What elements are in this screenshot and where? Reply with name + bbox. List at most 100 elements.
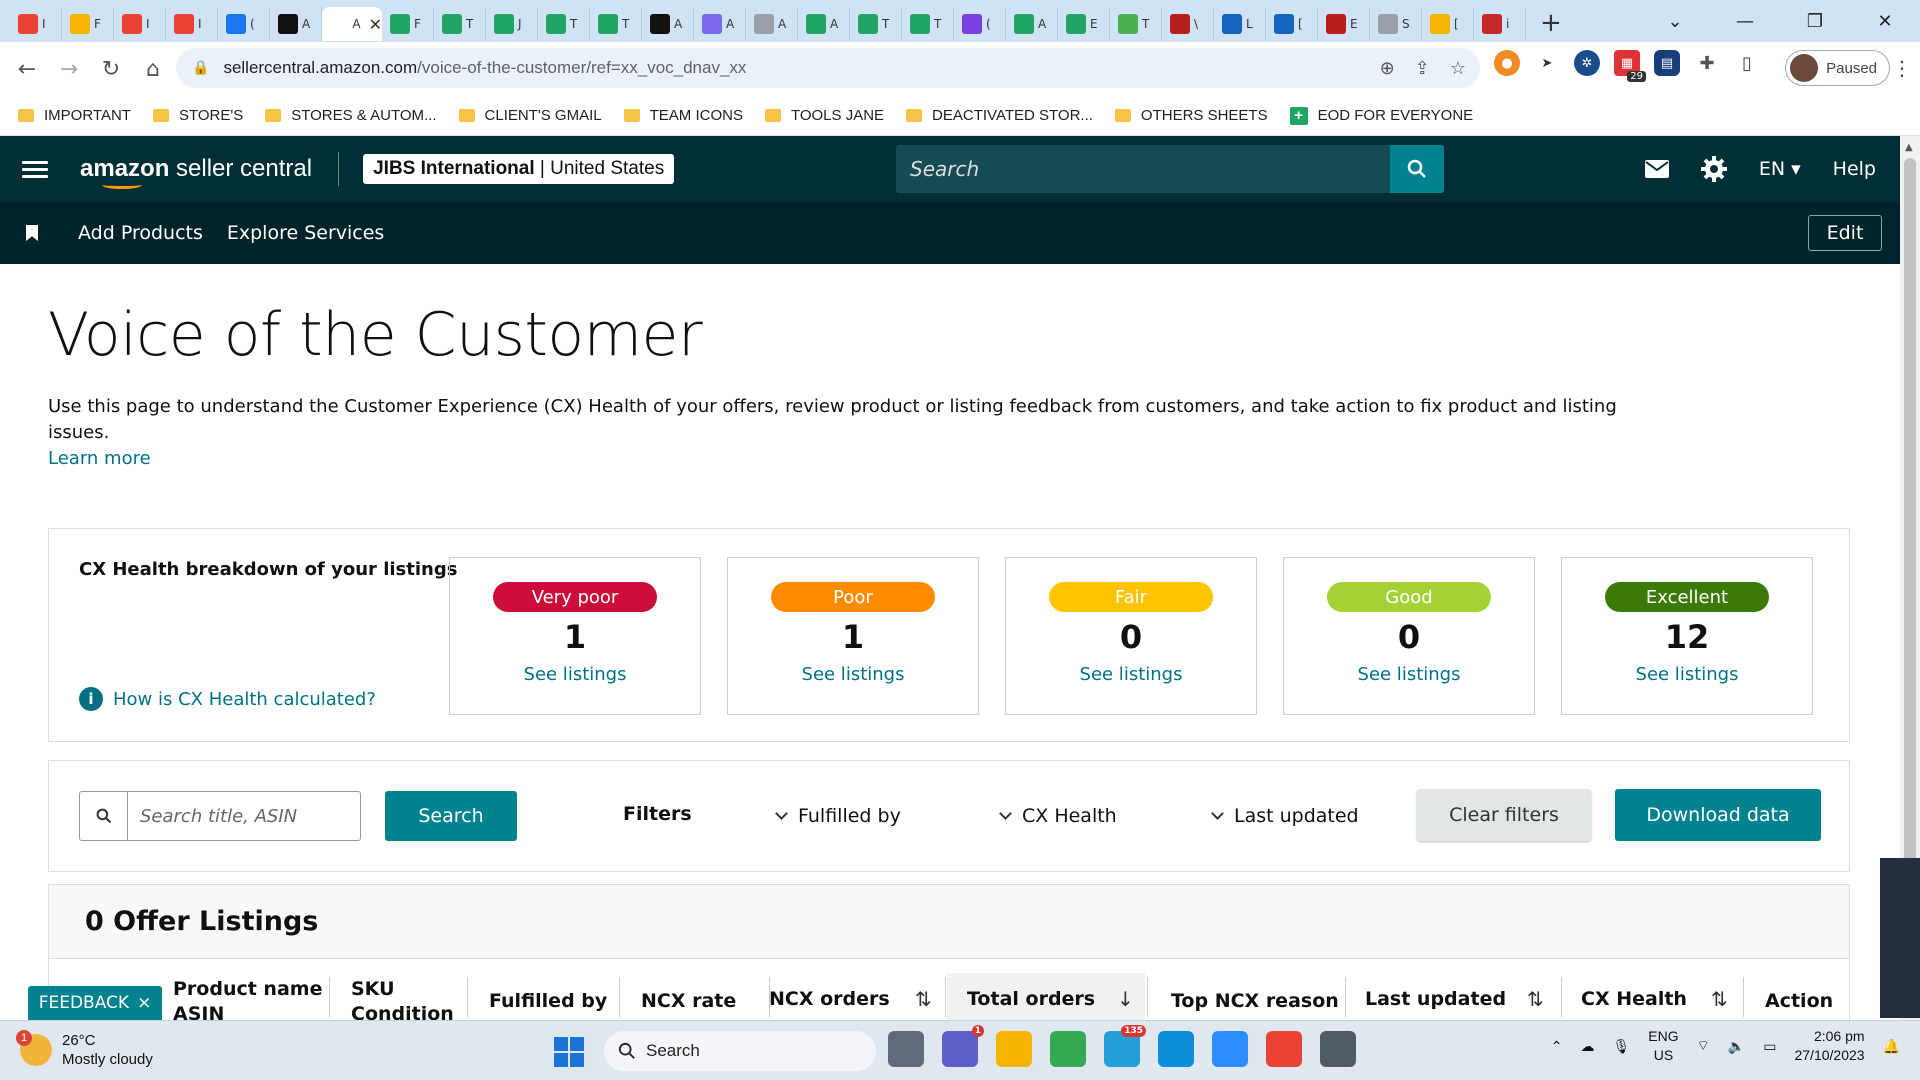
browser-tab[interactable]: T	[590, 7, 642, 41]
see-listings-link[interactable]: See listings	[1562, 664, 1812, 685]
browser-tab[interactable]: A	[1006, 7, 1058, 41]
browser-tab[interactable]: A	[746, 7, 798, 41]
chrome-icon[interactable]	[1050, 1031, 1086, 1067]
browser-tab[interactable]: (	[954, 7, 1006, 41]
browser-tab[interactable]: E	[1318, 7, 1370, 41]
scroll-up-icon[interactable]: ▲	[1905, 142, 1913, 153]
store-selector[interactable]: JIBS International | United States	[363, 154, 675, 184]
task-view-icon[interactable]	[888, 1031, 924, 1067]
nav-explore-services[interactable]: Explore Services	[227, 222, 384, 244]
close-tab-icon[interactable]: ✕	[369, 15, 382, 34]
tab-search-icon[interactable]: ⌄	[1640, 11, 1710, 32]
browser-tab[interactable]: I	[10, 7, 62, 41]
amazon-seller-central-logo[interactable]: amazon seller central	[80, 155, 312, 189]
menu-icon[interactable]	[22, 157, 48, 182]
close-icon[interactable]: ×	[137, 993, 151, 1013]
browser-tab[interactable]: i	[1474, 7, 1526, 41]
back-button[interactable]: ←	[6, 57, 48, 82]
listing-search-input[interactable]: Search title, ASIN	[128, 792, 360, 840]
volume-icon[interactable]: 🔈	[1728, 1038, 1745, 1055]
share-icon[interactable]: ⇪	[1415, 58, 1430, 79]
bookmark-item[interactable]: TEAM ICONS	[623, 107, 743, 124]
browser-tab[interactable]: A	[694, 7, 746, 41]
forward-button[interactable]: →	[48, 57, 90, 82]
browser-tab[interactable]: T	[850, 7, 902, 41]
gear-icon[interactable]	[1700, 156, 1727, 182]
col-ncx-rate[interactable]: NCX rate	[641, 989, 736, 1014]
profile-button[interactable]: Paused	[1785, 50, 1890, 86]
browser-tab[interactable]: A	[270, 7, 322, 41]
col-cx-health[interactable]: CX Health	[1581, 987, 1687, 1012]
file-explorer-icon[interactable]	[996, 1031, 1032, 1067]
show-hidden-icons[interactable]: ⌃	[1551, 1038, 1563, 1055]
header-search-button[interactable]	[1390, 145, 1444, 193]
maximize-button[interactable]: ❐	[1780, 11, 1850, 32]
browser-tab[interactable]: J	[486, 7, 538, 41]
lock-icon[interactable]: 🔒	[192, 60, 209, 76]
sort-descending-icon[interactable]: ↓	[1117, 987, 1134, 1011]
extension-settings-icon[interactable]: ✲	[1574, 50, 1600, 76]
see-listings-link[interactable]: See listings	[728, 664, 978, 685]
help-link[interactable]: Help	[1833, 158, 1876, 180]
nav-add-products[interactable]: Add Products	[78, 222, 203, 244]
learn-more-link[interactable]: Learn more	[48, 446, 1648, 472]
language-selector[interactable]: EN ▾	[1759, 158, 1801, 180]
telegram-icon[interactable]: 135	[1104, 1025, 1146, 1067]
browser-tab[interactable]: S	[1370, 7, 1422, 41]
clear-filters-button[interactable]: Clear filters	[1417, 789, 1591, 841]
bookmark-icon[interactable]	[26, 225, 38, 241]
browser-tab[interactable]: [	[1266, 7, 1318, 41]
col-sku[interactable]: SKU Condition	[351, 977, 454, 1020]
browser-tab[interactable]: T	[538, 7, 590, 41]
browser-tab[interactable]: [	[1422, 7, 1474, 41]
browser-tab[interactable]: A ✕	[322, 7, 382, 41]
sort-icon[interactable]: ⇅	[1711, 987, 1728, 1011]
url-text[interactable]: sellercentral.amazon.com/voice-of-the-cu…	[223, 58, 746, 78]
browser-tab[interactable]: L	[1214, 7, 1266, 41]
see-listings-link[interactable]: See listings	[1006, 664, 1256, 685]
sort-icon[interactable]: ⇅	[1527, 987, 1544, 1011]
fulfilled-by-dropdown[interactable]: Fulfilled by	[775, 805, 901, 827]
cx-health-help-link[interactable]: i How is CX Health calculated?	[79, 687, 376, 711]
teams-icon[interactable]: 1	[942, 1025, 984, 1067]
clock[interactable]: 2:06 pm 27/10/2023	[1794, 1027, 1864, 1065]
browser-tab[interactable]: A	[798, 7, 850, 41]
browser-tab[interactable]: I	[166, 7, 218, 41]
close-window-button[interactable]: ✕	[1850, 11, 1920, 32]
extension-calendar-icon[interactable]: ▦ 29	[1614, 50, 1646, 82]
browser-tab[interactable]: T	[1110, 7, 1162, 41]
browser-tab[interactable]: F	[62, 7, 114, 41]
extension-orange-icon[interactable]: ●	[1494, 50, 1520, 76]
mail-icon[interactable]	[1644, 160, 1669, 178]
see-listings-link[interactable]: See listings	[450, 664, 700, 685]
cx-health-dropdown[interactable]: CX Health	[999, 805, 1117, 827]
minimize-button[interactable]: —	[1710, 11, 1780, 32]
browser-tab[interactable]: \	[1162, 7, 1214, 41]
header-search-input[interactable]: Search	[896, 145, 1390, 193]
bookmark-item[interactable]: + EOD FOR EVERYONE	[1289, 106, 1473, 125]
edge-icon[interactable]	[1158, 1031, 1194, 1067]
side-panel-icon[interactable]: ▯	[1734, 50, 1760, 76]
zoom-icon[interactable]: ⊕	[1380, 58, 1395, 79]
download-data-button[interactable]: Download data	[1615, 789, 1821, 841]
battery-icon[interactable]: ▭	[1763, 1038, 1776, 1055]
onedrive-icon[interactable]: ☁	[1581, 1038, 1595, 1055]
chrome-menu-icon[interactable]: ⋮	[1892, 56, 1912, 80]
browser-tab[interactable]: T	[902, 7, 954, 41]
col-last-updated[interactable]: Last updated	[1365, 987, 1506, 1012]
last-updated-dropdown[interactable]: Last updated	[1211, 805, 1359, 827]
windows-start-icon[interactable]	[554, 1037, 584, 1067]
feedback-button[interactable]: FEEDBACK ×	[28, 986, 162, 1020]
input-language[interactable]: ENG US	[1648, 1027, 1678, 1065]
edit-nav-button[interactable]: Edit	[1808, 215, 1882, 251]
weather-widget[interactable]: 1 26°C Mostly cloudy	[16, 1030, 153, 1069]
bookmark-item[interactable]: CLIENT'S GMAIL	[458, 107, 602, 124]
col-total-orders[interactable]: Total orders	[947, 973, 1145, 1020]
browser-tab[interactable]: E	[1058, 7, 1110, 41]
listing-search-button[interactable]: Search	[385, 791, 517, 841]
bookmark-item[interactable]: STORES & AUTOM...	[265, 107, 437, 124]
omnibox[interactable]: 🔒 sellercentral.amazon.com/voice-of-the-…	[176, 48, 1480, 88]
bookmark-item[interactable]: TOOLS JANE	[764, 107, 884, 124]
extensions-puzzle-icon[interactable]: ✚	[1694, 50, 1720, 76]
bookmark-item[interactable]: STORE'S	[152, 107, 243, 124]
